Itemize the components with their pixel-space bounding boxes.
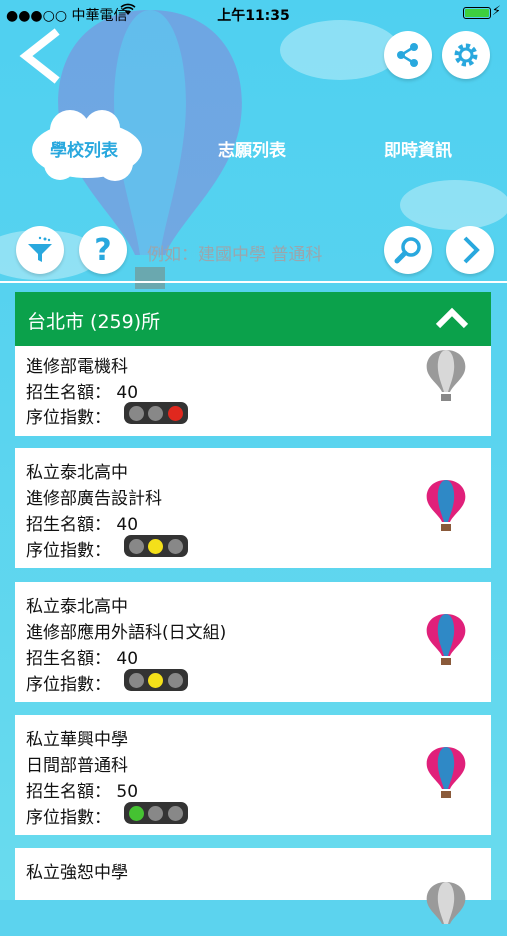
gray-balloon-icon — [426, 882, 466, 924]
school-card[interactable]: 私立華興中學 日間部普通科 招生名額： 50 序位指數： — [15, 715, 491, 835]
school-card[interactable]: 進修部電機科 招生名額： 40 序位指數： — [15, 346, 491, 436]
question-mark-icon: ? — [94, 232, 112, 268]
school-name: 私立泰北高中 — [26, 597, 128, 617]
tab-live-info[interactable]: 即時資訊 — [384, 136, 452, 161]
pink-balloon-icon — [426, 614, 466, 665]
search-icon — [394, 237, 421, 264]
quota-label: 招生名額： — [26, 649, 111, 669]
chevron-up-icon[interactable] — [435, 306, 469, 330]
status-time: 上午11:35 — [217, 8, 290, 24]
quota-row: 招生名額： 40 — [26, 378, 138, 403]
status-bar: ●●●○○ 中華電信 上午11:35 ⚡ — [0, 0, 507, 28]
quota-value: 40 — [116, 649, 139, 669]
share-icon — [397, 43, 418, 67]
next-button[interactable] — [446, 226, 494, 274]
traffic-light-icon — [124, 535, 188, 557]
school-card[interactable]: 私立泰北高中 進修部應用外語科(日文組) 招生名額： 40 序位指數： — [15, 582, 491, 702]
quota-value: 50 — [116, 782, 139, 802]
rank-label: 序位指數： — [26, 408, 111, 428]
rank-label: 序位指數： — [26, 808, 111, 828]
settings-button[interactable] — [442, 31, 490, 79]
help-button[interactable]: ? — [79, 226, 127, 274]
quota-value: 40 — [116, 515, 139, 535]
gray-balloon-icon — [426, 350, 466, 401]
quota-row: 招生名額： 40 — [26, 644, 138, 669]
quota-value: 40 — [116, 383, 139, 403]
school-name: 私立強恕中學 — [26, 863, 128, 883]
quota-row: 招生名額： 50 — [26, 777, 138, 802]
tab-wish-list[interactable]: 志願列表 — [218, 136, 286, 161]
school-card[interactable]: 私立泰北高中 進修部廣告設計科 招生名額： 40 序位指數： — [15, 448, 491, 568]
department-name: 進修部廣告設計科 — [26, 489, 162, 509]
department-name: 進修部應用外語科(日文組) — [26, 623, 227, 643]
battery-icon — [463, 7, 491, 19]
background-cloud — [280, 20, 400, 80]
chevron-right-icon — [463, 236, 480, 264]
back-chevron-icon[interactable] — [14, 28, 70, 84]
rank-label: 序位指數： — [26, 675, 111, 695]
background-cloud — [400, 180, 507, 230]
filter-button[interactable] — [16, 226, 64, 274]
traffic-light-icon — [124, 402, 188, 424]
school-name: 私立泰北高中 — [26, 463, 128, 483]
school-name: 私立華興中學 — [26, 730, 128, 750]
department-name: 進修部電機科 — [26, 357, 128, 377]
pink-balloon-icon — [426, 480, 466, 531]
search-input[interactable]: 例如：建國中學 普通科 — [147, 240, 322, 265]
city-section-header[interactable]: 台北市 (259)所 — [15, 292, 491, 346]
charging-icon: ⚡ — [491, 4, 501, 19]
search-button[interactable] — [384, 226, 432, 274]
divider — [0, 281, 507, 283]
gear-icon — [454, 43, 478, 67]
quota-row: 招生名額： 40 — [26, 510, 138, 535]
tab-school-list[interactable]: 學校列表 — [50, 136, 118, 161]
rank-label: 序位指數： — [26, 541, 111, 561]
quota-label: 招生名額： — [26, 383, 111, 403]
school-card[interactable]: 私立強恕中學 — [15, 848, 491, 924]
department-name: 日間部普通科 — [26, 756, 128, 776]
city-title: 台北市 (259)所 — [27, 311, 161, 333]
funnel-icon — [28, 236, 52, 262]
pink-balloon-icon — [426, 747, 466, 798]
quota-label: 招生名額： — [26, 782, 111, 802]
quota-label: 招生名額： — [26, 515, 111, 535]
traffic-light-icon — [124, 669, 188, 691]
traffic-light-icon — [124, 802, 188, 824]
share-button[interactable] — [384, 31, 432, 79]
